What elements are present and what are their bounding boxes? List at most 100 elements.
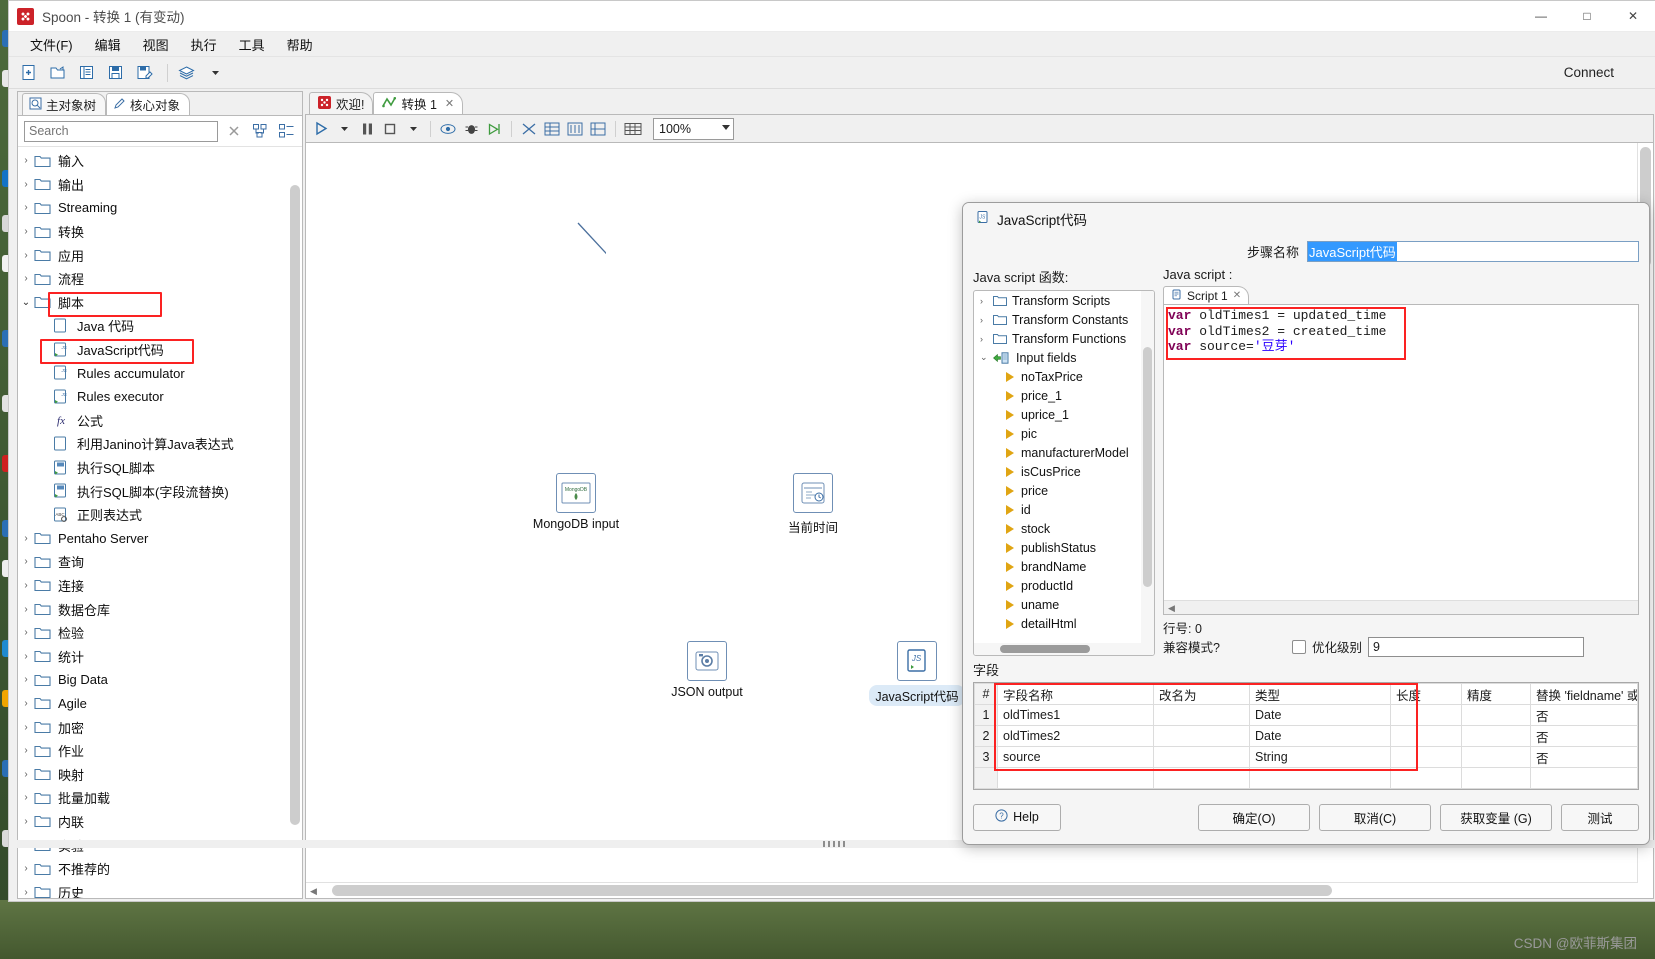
tree-item-janino-java[interactable]: 利用Janino计算Java表达式 [18, 432, 302, 456]
chevron-right-icon[interactable]: › [18, 722, 34, 733]
fields-cell-rename[interactable] [1153, 725, 1250, 747]
chevron-right-icon[interactable]: › [18, 769, 34, 780]
chevron-right-icon[interactable]: › [18, 674, 34, 685]
new-file-icon[interactable] [16, 60, 41, 85]
chevron-right-icon[interactable]: › [18, 651, 34, 662]
menu-file[interactable]: 文件(F) [19, 33, 84, 56]
fn-tree-item-manufacturermodel[interactable]: manufacturerModel [974, 443, 1154, 462]
tab-script-1[interactable]: Script 1 ✕ [1163, 286, 1250, 304]
fields-column-header[interactable]: # [974, 683, 998, 705]
test-button[interactable]: 测试 [1561, 803, 1639, 831]
chevron-right-icon[interactable]: › [18, 816, 34, 827]
pause-icon[interactable] [356, 118, 378, 140]
fn-tree-item-brandname[interactable]: brandName [974, 557, 1154, 576]
menu-run[interactable]: 执行 [180, 33, 228, 56]
functions-tree-vertical-scrollbar[interactable] [1141, 291, 1154, 655]
tree-item-[interactable]: › 加密 [18, 715, 302, 739]
tree-item-sql[interactable]: 执行SQL脚本 [18, 456, 302, 480]
search-input[interactable] [24, 120, 218, 142]
tree-item-[interactable]: ⌄ 脚本 [18, 291, 302, 317]
clear-icon[interactable] [224, 121, 244, 141]
fn-tree-item-detailhtml[interactable]: detailHtml [974, 614, 1154, 633]
collapse-all-icon[interactable] [276, 121, 296, 141]
scroll-left-icon[interactable]: ◀ [310, 886, 317, 897]
close-button[interactable]: ✕ [1610, 1, 1655, 31]
hop-icon[interactable] [518, 118, 540, 140]
chevron-right-icon[interactable]: › [18, 863, 34, 874]
fields-cell-num[interactable]: 1 [974, 704, 998, 726]
open-file-icon[interactable] [45, 60, 70, 85]
tree-item-[interactable]: › 作业 [18, 739, 302, 763]
grid-icon[interactable] [541, 118, 563, 140]
canvas-horizontal-scrollbar[interactable]: ◀ [306, 882, 1638, 898]
step-current-time[interactable]: 当前时间 [753, 473, 873, 536]
fields-cell-precision[interactable] [1461, 746, 1531, 768]
chevron-right-icon[interactable]: › [18, 580, 34, 591]
chevron-right-icon[interactable]: › [18, 250, 34, 261]
fields-table-body[interactable]: 1 oldTimes1 Date 否 2 oldTimes2 Date 否 3 source Str… [974, 704, 1638, 789]
save-as-icon[interactable] [132, 60, 157, 85]
fields-column-header[interactable]: 类型 [1249, 683, 1391, 705]
menu-help[interactable]: 帮助 [276, 33, 324, 56]
dropdown-caret-icon[interactable] [203, 60, 228, 85]
fields-cell-type[interactable]: String [1249, 746, 1391, 768]
fields-cell-length[interactable] [1390, 746, 1462, 768]
step-json-output[interactable]: JSON output [647, 641, 767, 699]
tree-vertical-scrollbar[interactable] [288, 147, 302, 898]
save-icon[interactable] [103, 60, 128, 85]
chevron-right-icon[interactable]: › [18, 155, 34, 166]
core-objects-tree[interactable]: › 输入 › 输出 › Streaming › 转换 › 应用 › 流程 ⌄ 脚本 Java 代码 JS Jav… [18, 147, 302, 898]
align-icon[interactable] [564, 118, 586, 140]
fn-tree-item-price-1[interactable]: price_1 [974, 386, 1154, 405]
fields-cell-rename[interactable] [1153, 746, 1250, 768]
preview-icon[interactable] [437, 118, 459, 140]
fields-cell-replace[interactable]: 否 [1530, 704, 1638, 726]
close-icon[interactable]: ✕ [445, 97, 454, 110]
fields-cell-rename[interactable] [1153, 767, 1250, 789]
tree-item-[interactable]: › 统计 [18, 644, 302, 668]
tree-item-pentaho-server[interactable]: › Pentaho Server [18, 527, 302, 551]
chevron-right-icon[interactable]: › [18, 627, 34, 638]
fields-cell-rename[interactable] [1153, 704, 1250, 726]
tab-core-objects[interactable]: 核心对象 [106, 93, 191, 115]
tree-item-[interactable]: › 流程 [18, 267, 302, 291]
tree-item-[interactable]: › 映射 [18, 762, 302, 786]
fields-cell-type[interactable] [1249, 767, 1391, 789]
tree-item-[interactable]: › 应用 [18, 243, 302, 267]
fn-tree-item-price[interactable]: price [974, 481, 1154, 500]
optlevel-input[interactable]: 9 [1367, 636, 1584, 657]
menu-tools[interactable]: 工具 [228, 33, 276, 56]
chevron-right-icon[interactable]: › [980, 296, 993, 306]
fields-cell-num[interactable]: 2 [974, 725, 998, 747]
step-mongodb-input[interactable]: MongoDB MongoDB input [516, 473, 636, 531]
chevron-right-icon[interactable]: › [18, 226, 34, 237]
fn-tree-item-transform-functions[interactable]: › Transform Functions [974, 329, 1154, 348]
fields-cell-length[interactable] [1390, 767, 1462, 789]
layers-icon[interactable] [174, 60, 199, 85]
chevron-right-icon[interactable]: › [18, 556, 34, 567]
distribute-icon[interactable] [587, 118, 609, 140]
menu-edit[interactable]: 编辑 [84, 33, 132, 56]
chevron-right-icon[interactable]: › [18, 792, 34, 803]
table-row[interactable] [974, 767, 1638, 789]
fields-column-header[interactable]: 改名为 [1153, 683, 1250, 705]
fields-table[interactable]: #字段名称改名为类型长度精度替换 'fieldname' 或 'Rename t… [974, 683, 1638, 789]
resize-grip[interactable] [823, 841, 845, 847]
chevron-right-icon[interactable]: › [18, 179, 34, 190]
fn-tree-item-productid[interactable]: productId [974, 576, 1154, 595]
help-button[interactable]: ? Help [973, 803, 1061, 831]
tree-item-[interactable]: › 输入 [18, 149, 302, 173]
fields-cell-name[interactable]: source [997, 746, 1154, 768]
chevron-right-icon[interactable]: › [18, 887, 34, 898]
fields-table-wrap[interactable]: #字段名称改名为类型长度精度替换 'fieldname' 或 'Rename t… [973, 682, 1639, 790]
fields-cell-num[interactable] [974, 767, 998, 789]
table-row[interactable]: 2 oldTimes2 Date 否 [974, 725, 1638, 747]
fields-column-header[interactable]: 精度 [1461, 683, 1531, 705]
functions-tree[interactable]: › Transform Scripts › Transform Constants › T… [973, 290, 1155, 656]
cancel-button[interactable]: 取消(C) [1319, 803, 1431, 831]
step-javascript-code[interactable]: JS JavaScript代码 [857, 641, 977, 706]
tree-item-[interactable]: › 批量加载 [18, 786, 302, 810]
tree-item-rules-accumulator[interactable]: JS Rules accumulator [18, 361, 302, 385]
maximize-button[interactable]: □ [1564, 1, 1610, 31]
fn-tree-item-uname[interactable]: uname [974, 595, 1154, 614]
